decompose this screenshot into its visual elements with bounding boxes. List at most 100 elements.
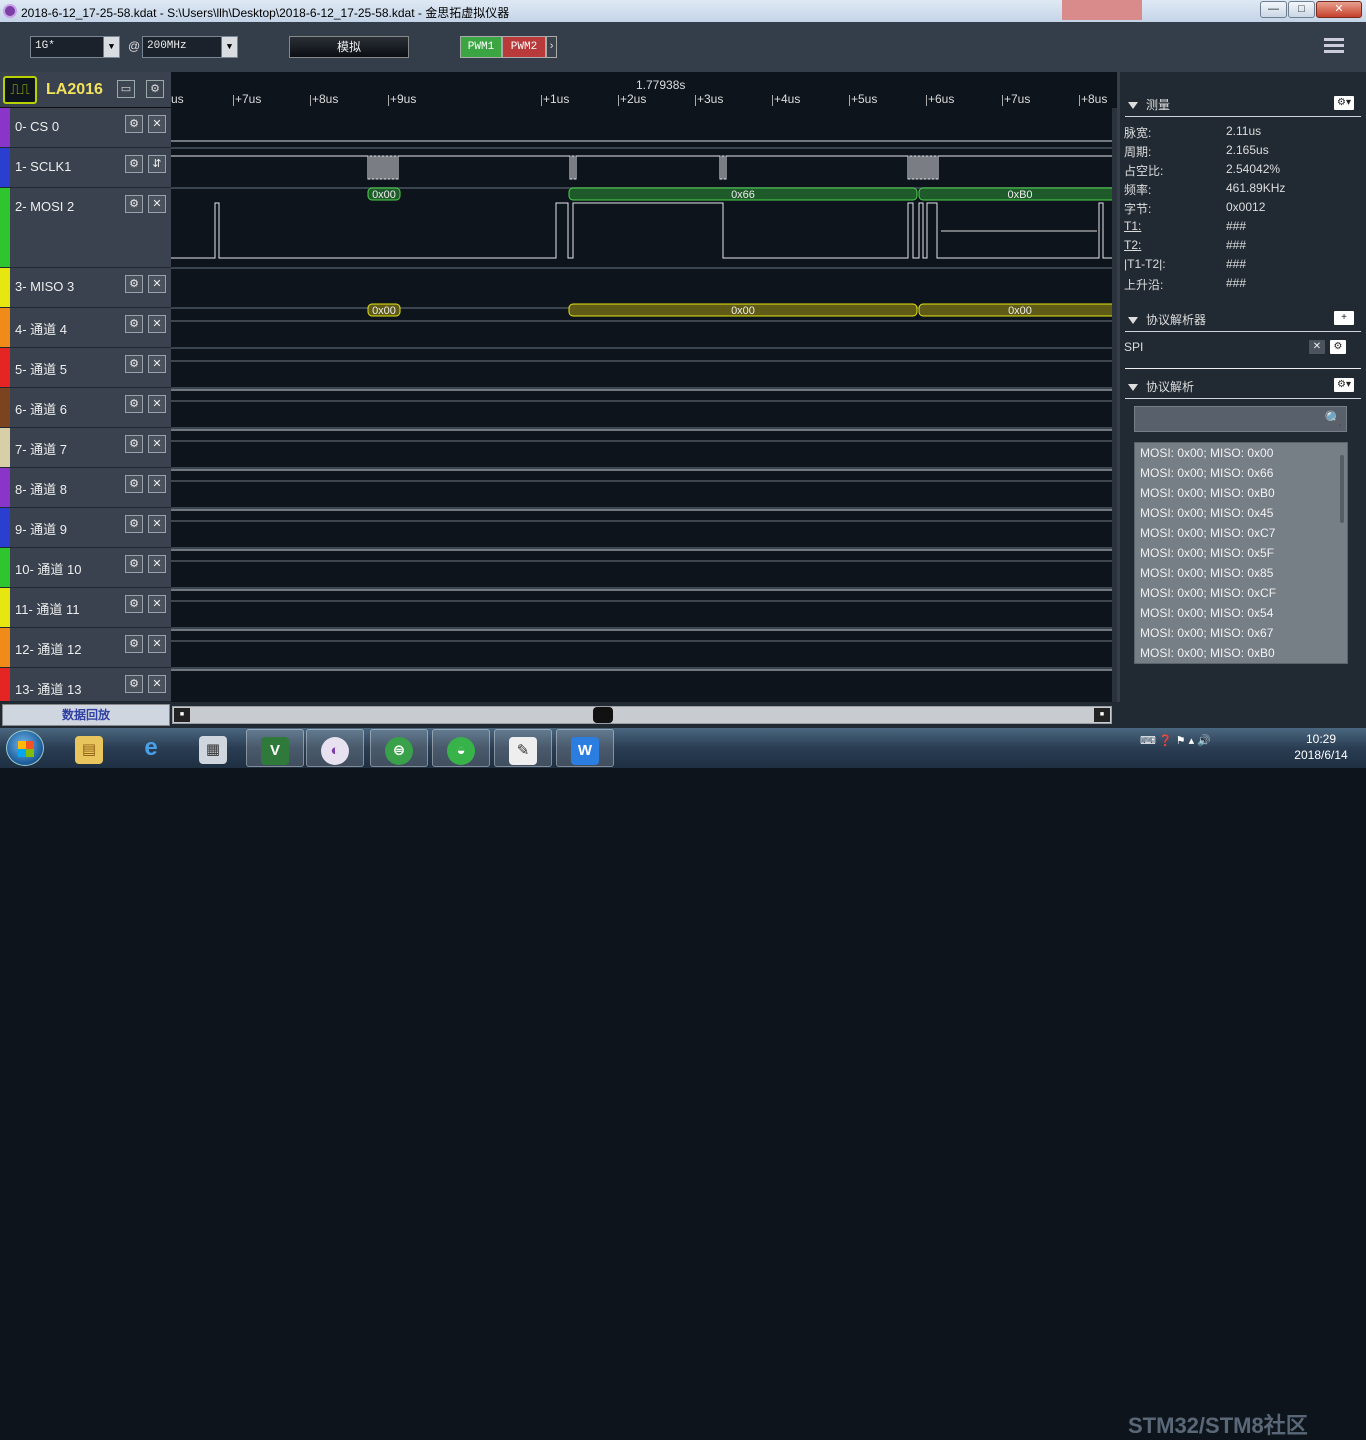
gear-icon[interactable]: ⚙: [125, 155, 143, 173]
list-item[interactable]: MOSI: 0x00; MISO: 0xCF: [1135, 583, 1347, 603]
replay-button[interactable]: 数据回放: [2, 704, 170, 726]
list-item[interactable]: MOSI: 0x00; MISO: 0x66: [1135, 463, 1347, 483]
channel-row[interactable]: 3- MISO 3 ⚙ ✕: [0, 268, 171, 308]
channel-label[interactable]: 11- 通道 11: [15, 599, 80, 618]
channel-row[interactable]: 2- MOSI 2 ⚙ ✕: [0, 188, 171, 268]
list-item[interactable]: MOSI: 0x00; MISO: 0x54: [1135, 603, 1347, 623]
close-button[interactable]: ✕: [1316, 1, 1362, 18]
window-icon[interactable]: ▭: [117, 80, 135, 98]
channel-row[interactable]: 4- 通道 4 ⚙ ✕: [0, 308, 171, 348]
gear-icon[interactable]: ⚙: [125, 195, 143, 213]
channel-row[interactable]: 7- 通道 7 ⚙ ✕: [0, 428, 171, 468]
close-icon[interactable]: ✕: [148, 195, 166, 213]
parse-result-list[interactable]: MOSI: 0x00; MISO: 0x00 MOSI: 0x00; MISO: …: [1134, 442, 1348, 664]
channel-row[interactable]: 13- 通道 13 ⚙ ✕: [0, 668, 171, 702]
channel-row[interactable]: 11- 通道 11 ⚙ ✕: [0, 588, 171, 628]
list-item[interactable]: MOSI: 0x00; MISO: 0x45: [1135, 503, 1347, 523]
search-icon[interactable]: 🔍: [1325, 410, 1342, 427]
minimize-button[interactable]: —: [1260, 1, 1287, 18]
channel-label[interactable]: 4- 通道 4: [15, 319, 67, 338]
channel-label[interactable]: 10- 通道 10: [15, 559, 81, 578]
list-item[interactable]: MOSI: 0x00; MISO: 0x00: [1135, 443, 1347, 463]
gear-icon[interactable]: ⚙: [125, 595, 143, 613]
simulate-button[interactable]: 模拟: [289, 36, 409, 58]
channel-row[interactable]: 9- 通道 9 ⚙ ✕: [0, 508, 171, 548]
time-ruler[interactable]: 1.77938s us +7us +8us +9us +1us +2us +3us +4us +…: [171, 72, 1114, 108]
close-icon[interactable]: ✕: [148, 355, 166, 373]
channel-label[interactable]: 3- MISO 3: [15, 279, 74, 294]
close-icon[interactable]: ✕: [148, 115, 166, 133]
wps-taskbar-icon[interactable]: W: [556, 729, 614, 767]
channel-row[interactable]: 12- 通道 12 ⚙ ✕: [0, 628, 171, 668]
gear-icon[interactable]: ⚙▾: [1334, 96, 1354, 110]
browser-taskbar-icon[interactable]: ⊜: [370, 729, 428, 767]
channel-label[interactable]: 5- 通道 5: [15, 359, 67, 378]
ie-taskbar-icon[interactable]: e: [122, 729, 180, 767]
horizontal-scrollbar[interactable]: ■ ■: [172, 706, 1112, 724]
gear-icon[interactable]: ⚙: [125, 555, 143, 573]
measure-section-title[interactable]: 测量: [1128, 96, 1170, 113]
close-icon[interactable]: ✕: [148, 395, 166, 413]
scroll-right-button[interactable]: ■: [1094, 708, 1110, 722]
notepad-taskbar-icon[interactable]: ✎: [494, 729, 552, 767]
gear-icon[interactable]: ⚙: [125, 435, 143, 453]
gear-icon[interactable]: ⚙: [125, 355, 143, 373]
pwm1-button[interactable]: PWM1: [460, 36, 502, 58]
menu-icon[interactable]: [1324, 38, 1344, 56]
close-icon[interactable]: ✕: [1309, 340, 1325, 354]
add-analyzer-button[interactable]: +: [1334, 311, 1354, 325]
gear-icon[interactable]: ⚙: [125, 515, 143, 533]
wechat-taskbar-icon[interactable]: ◒: [432, 729, 490, 767]
chevron-down-icon[interactable]: ▼: [103, 37, 119, 57]
channel-label[interactable]: 2- MOSI 2: [15, 199, 74, 214]
close-icon[interactable]: ✕: [148, 555, 166, 573]
channel-row[interactable]: 5- 通道 5 ⚙ ✕: [0, 348, 171, 388]
channel-row[interactable]: 8- 通道 8 ⚙ ✕: [0, 468, 171, 508]
calculator-taskbar-icon[interactable]: ▦: [184, 729, 242, 767]
channel-label[interactable]: 7- 通道 7: [15, 439, 67, 458]
channel-row[interactable]: 1- SCLK1 ⚙ ⇵: [0, 148, 171, 188]
gear-icon[interactable]: ⚙: [125, 275, 143, 293]
close-icon[interactable]: ✕: [148, 435, 166, 453]
list-item[interactable]: MOSI: 0x00; MISO: 0x67: [1135, 623, 1347, 643]
close-icon[interactable]: ✕: [148, 475, 166, 493]
chevron-down-icon[interactable]: ▼: [221, 37, 237, 57]
channel-label[interactable]: 9- 通道 9: [15, 519, 67, 538]
list-scrollbar[interactable]: [1340, 455, 1344, 523]
pwm-expand-button[interactable]: ›: [546, 36, 557, 58]
channel-row[interactable]: 10- 通道 10 ⚙ ✕: [0, 548, 171, 588]
close-icon[interactable]: ✕: [148, 595, 166, 613]
close-icon[interactable]: ✕: [148, 515, 166, 533]
explorer-taskbar-icon[interactable]: ▤: [60, 729, 118, 767]
channel-label[interactable]: 1- SCLK1: [15, 159, 71, 174]
channel-label[interactable]: 12- 通道 12: [15, 639, 81, 658]
gear-icon[interactable]: ⚙: [1330, 340, 1346, 354]
analyzer-taskbar-icon[interactable]: ◐: [306, 729, 364, 767]
sample-rate-select[interactable]: 200MHz ▼: [142, 36, 238, 58]
scroll-thumb[interactable]: [593, 707, 613, 723]
start-button[interactable]: [6, 730, 44, 766]
gear-icon[interactable]: ⚙: [125, 395, 143, 413]
pwm2-button[interactable]: PWM2: [502, 36, 546, 58]
channel-label[interactable]: 13- 通道 13: [15, 679, 81, 698]
close-icon[interactable]: ✕: [148, 275, 166, 293]
parse-search-input[interactable]: 🔍: [1134, 406, 1347, 432]
system-tray[interactable]: ⌨ ❓ ⚑ ▴ 🔊: [1140, 734, 1211, 747]
trigger-edge-icon[interactable]: ⇵: [148, 155, 166, 173]
clock[interactable]: 10:29 2018/6/14: [1284, 731, 1358, 763]
channel-label[interactable]: 6- 通道 6: [15, 399, 67, 418]
list-item[interactable]: MOSI: 0x00; MISO: 0x85: [1135, 563, 1347, 583]
channel-label[interactable]: 0- CS 0: [15, 119, 59, 134]
parse-section-title[interactable]: 协议解析: [1128, 378, 1194, 395]
analyzer-item-spi[interactable]: SPI: [1124, 340, 1143, 354]
close-icon[interactable]: ✕: [148, 315, 166, 333]
waveform-area[interactable]: 0x00 0x66 0xB0 0x00 0x00 0x00: [171, 108, 1117, 702]
list-item[interactable]: MOSI: 0x00; MISO: 0xB0: [1135, 643, 1347, 663]
gear-icon[interactable]: ⚙: [125, 635, 143, 653]
maximize-button[interactable]: □: [1288, 1, 1315, 18]
scroll-left-button[interactable]: ■: [174, 708, 190, 722]
channel-row[interactable]: 0- CS 0 ⚙ ✕: [0, 108, 171, 148]
gear-icon[interactable]: ⚙: [146, 80, 164, 98]
gear-icon[interactable]: ⚙: [125, 315, 143, 333]
channel-label[interactable]: 8- 通道 8: [15, 479, 67, 498]
